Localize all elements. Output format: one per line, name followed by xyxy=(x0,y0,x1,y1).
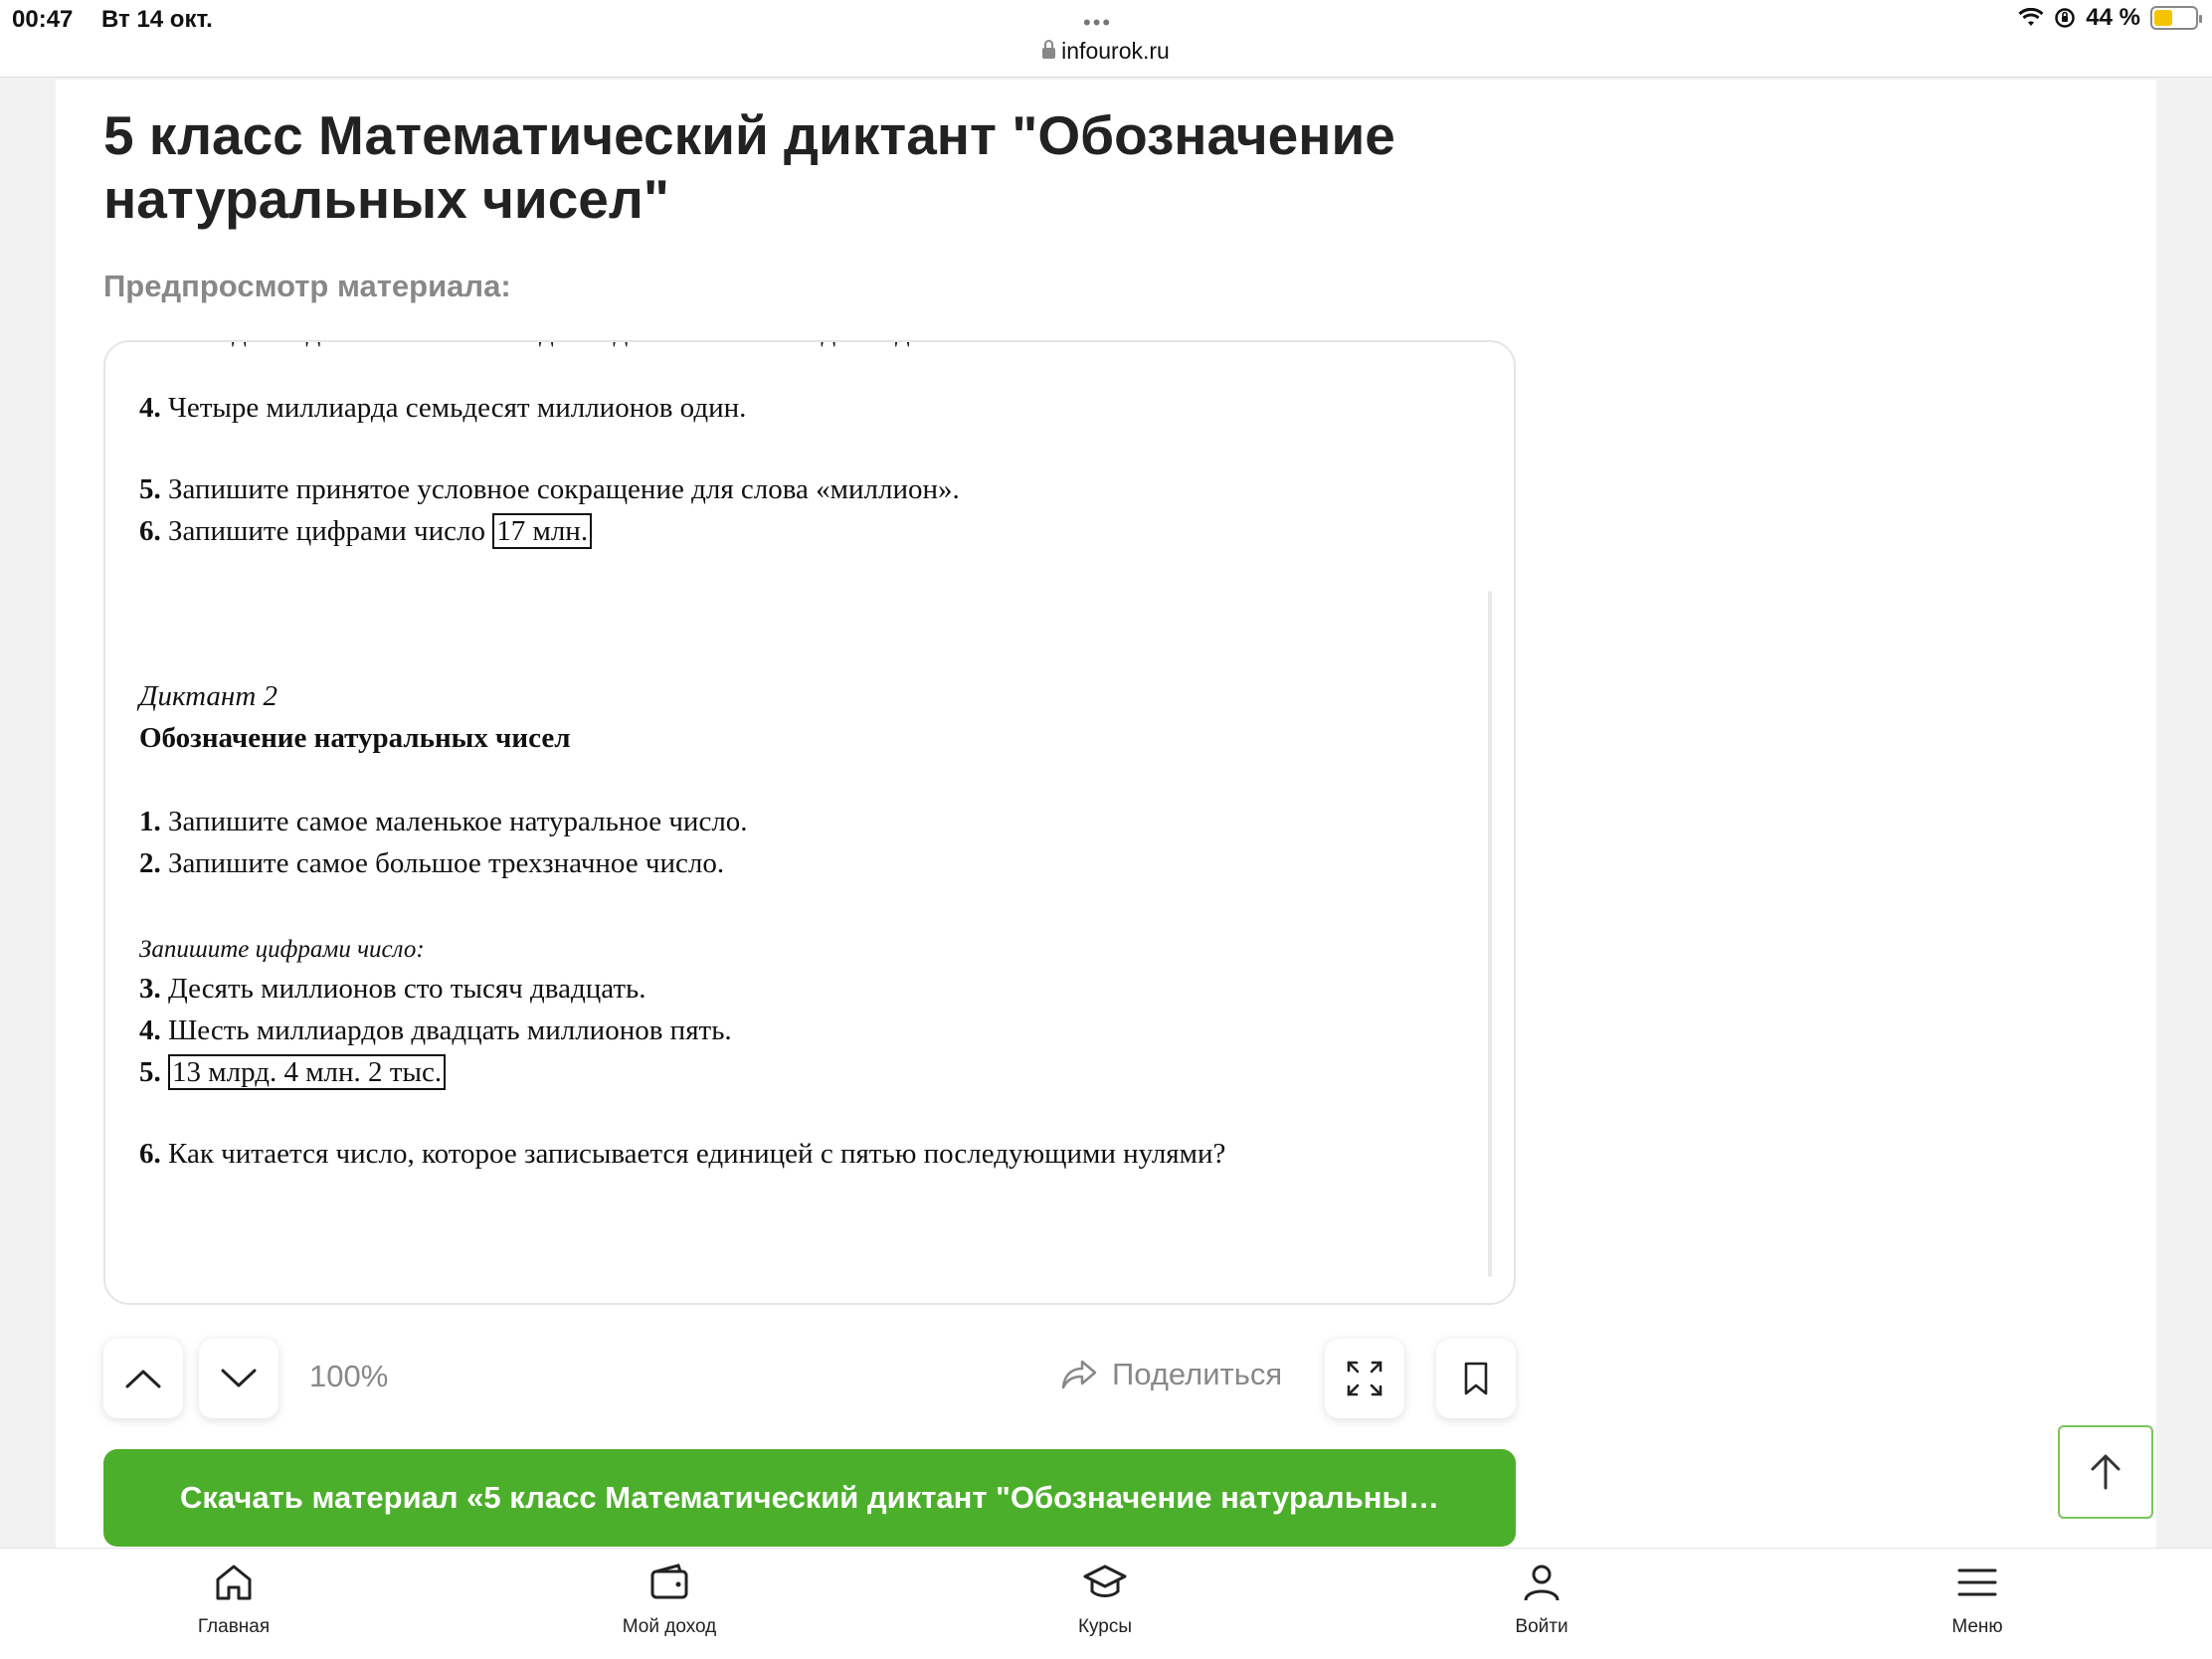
orientation-lock-icon xyxy=(2055,8,2076,28)
cut-off-line: 3. Семьдесят два миллиона семьдесят две … xyxy=(139,342,943,349)
page-down-button[interactable] xyxy=(199,1339,278,1418)
list-item: 2. Запишите самое большое трехзначное чи… xyxy=(139,847,725,879)
status-date: Вт 14 окт. xyxy=(101,6,213,33)
list-item: 4. Шесть миллиардов двадцать миллионов п… xyxy=(139,1014,732,1046)
share-button[interactable]: Поделиться xyxy=(1060,1357,1282,1392)
nav-income[interactable]: Мой доход xyxy=(570,1561,769,1638)
boxed-number: 17 млн. xyxy=(492,513,593,549)
battery-fill xyxy=(2154,10,2172,26)
page-up-button[interactable] xyxy=(103,1339,183,1418)
fullscreen-button[interactable] xyxy=(1325,1339,1404,1418)
share-label: Поделиться xyxy=(1112,1357,1283,1391)
menu-icon xyxy=(1957,1568,1997,1596)
preview-scrollbar[interactable] xyxy=(1488,591,1492,1277)
user-icon xyxy=(1524,1565,1560,1601)
status-indicators: 44 % xyxy=(2018,4,2202,32)
list-item: 1. Запишите самое маленькое натуральное … xyxy=(139,806,748,837)
list-item: 5. 13 млрд. 4 млн. 2 тыс. xyxy=(139,1054,447,1090)
list-item: 3. Десять миллионов сто тысяч двадцать. xyxy=(139,973,646,1005)
multitask-dots[interactable]: ••• xyxy=(1083,10,1112,36)
bookmark-icon xyxy=(1464,1362,1488,1395)
nav-login-label: Войти xyxy=(1515,1616,1568,1637)
status-bar: 00:47 Вт 14 окт. ••• 44 % infourok.ru xyxy=(0,0,2212,78)
list-item: 6. Запишите цифрами число 17 млн. xyxy=(139,513,593,549)
url-text: infourok.ru xyxy=(1061,38,1170,64)
boxed-number: 13 млрд. 4 млн. 2 тыс. xyxy=(168,1054,447,1090)
nav-income-label: Мой доход xyxy=(622,1616,717,1637)
download-button[interactable]: Скачать материал «5 класс Математический… xyxy=(103,1449,1516,1547)
arrow-up-icon xyxy=(2091,1454,2120,1490)
list-item: 4. Четыре миллиарда семьдесят миллионов … xyxy=(139,392,747,424)
document-preview[interactable]: 3. Семьдесят два миллиона семьдесят две … xyxy=(103,340,1516,1305)
nav-menu-label: Меню xyxy=(1951,1616,2003,1637)
nav-menu[interactable]: Меню xyxy=(1878,1561,2077,1638)
bookmark-button[interactable] xyxy=(1436,1339,1516,1418)
graduation-cap-icon xyxy=(1083,1565,1127,1597)
nav-home-label: Главная xyxy=(197,1616,271,1637)
expand-icon xyxy=(1347,1361,1382,1396)
preview-label: Предпросмотр материала: xyxy=(103,269,511,303)
list-item: 5. Запишите принятое условное сокращение… xyxy=(139,473,960,505)
bottom-navigation: Главная Мой доход Курсы Войти Меню xyxy=(0,1548,2212,1659)
chevron-up-icon xyxy=(125,1370,161,1388)
chevron-down-icon xyxy=(221,1369,257,1387)
dictation-subheading: Обозначение натуральных чисел xyxy=(139,722,571,754)
status-time: 00:47 xyxy=(12,6,74,33)
page-title: 5 класс Математический диктант "Обозначе… xyxy=(103,104,1395,230)
lock-icon xyxy=(1042,40,1056,59)
zoom-level: 100% xyxy=(309,1359,389,1393)
battery-percent: 44 % xyxy=(2086,4,2140,31)
instruction-text: Запишите цифрами число: xyxy=(139,936,425,963)
nav-login[interactable]: Войти xyxy=(1442,1561,1641,1638)
scroll-to-top-button[interactable] xyxy=(2058,1425,2153,1519)
battery-icon xyxy=(2150,6,2202,30)
nav-courses[interactable]: Курсы xyxy=(1006,1561,1204,1638)
wifi-icon xyxy=(2018,8,2044,26)
list-item: 6. Как читается число, которое записывае… xyxy=(139,1138,1226,1170)
share-icon xyxy=(1061,1360,1097,1389)
address-bar[interactable]: infourok.ru xyxy=(0,38,2212,65)
nav-home[interactable]: Главная xyxy=(134,1561,333,1638)
dictation-heading: Диктант 2 xyxy=(139,680,278,712)
wallet-icon xyxy=(650,1564,688,1599)
home-icon xyxy=(216,1565,252,1600)
nav-courses-label: Курсы xyxy=(1077,1616,1133,1637)
